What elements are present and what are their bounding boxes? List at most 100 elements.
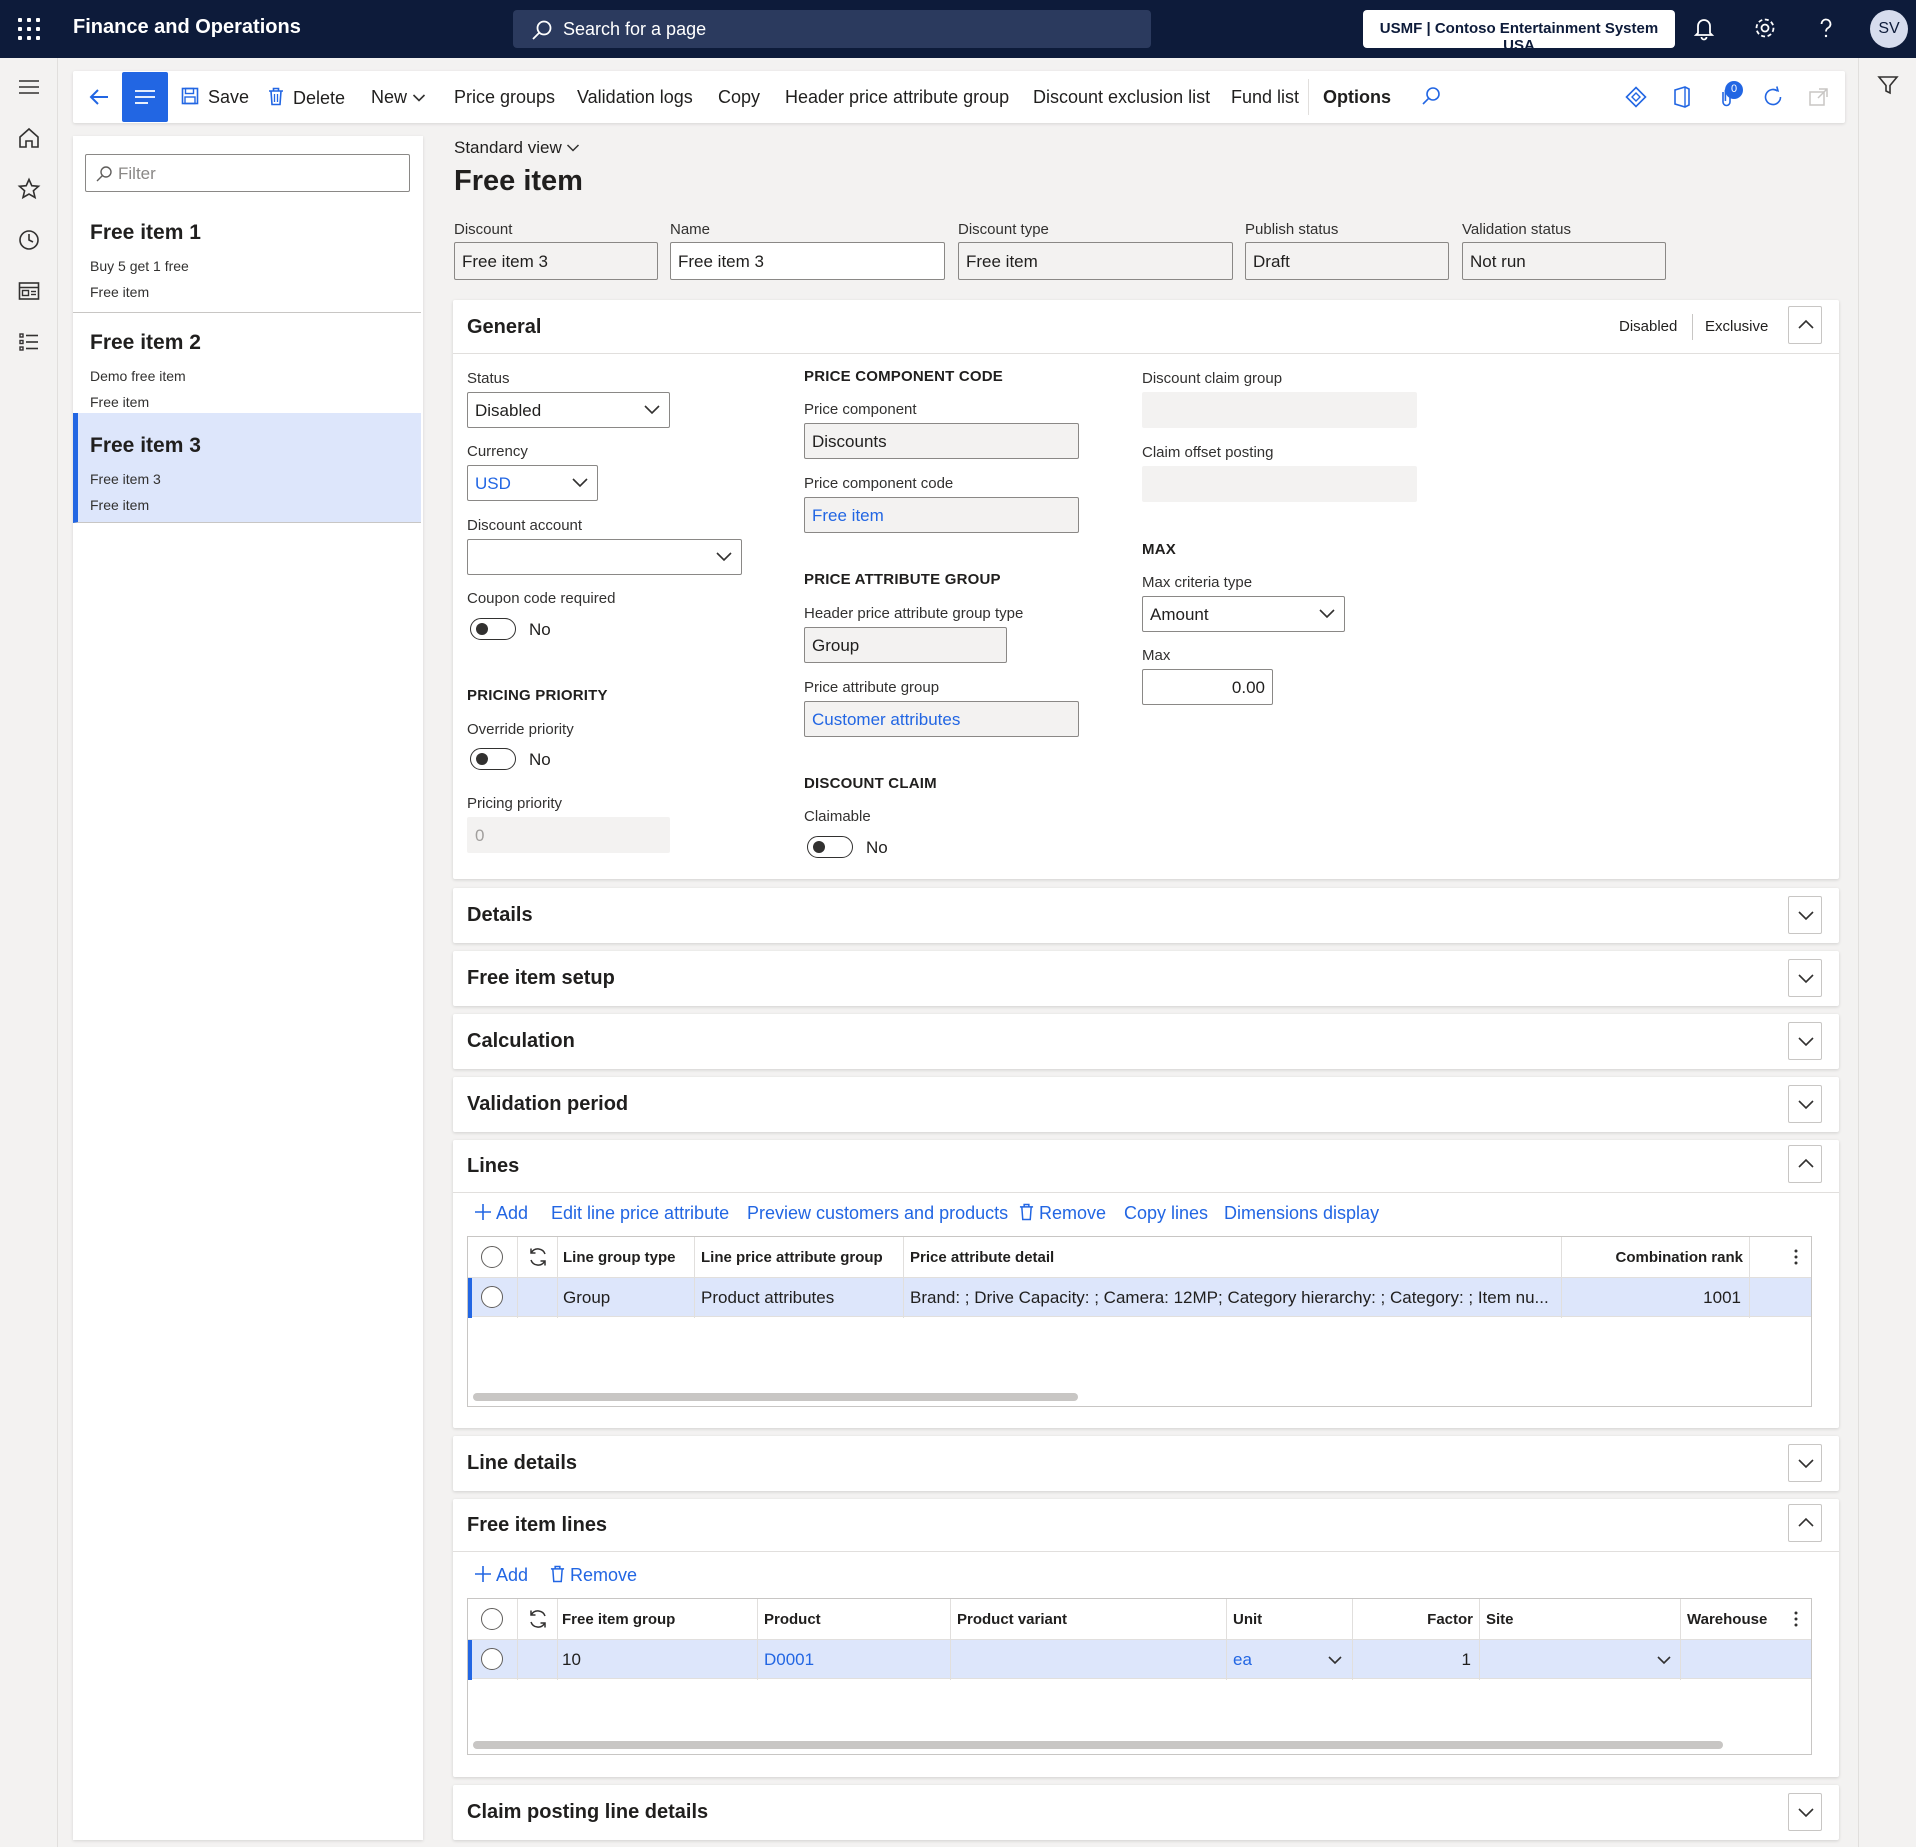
unit-header[interactable]: Unit <box>1227 1599 1353 1639</box>
combination-rank-cell[interactable]: 1001 <box>1562 1278 1750 1318</box>
fund-list-button[interactable]: Fund list <box>1231 87 1299 108</box>
free-item-add-button[interactable]: Add <box>474 1565 528 1586</box>
recent-clock-icon[interactable] <box>17 228 41 252</box>
back-button[interactable] <box>81 79 117 115</box>
bell-icon[interactable] <box>1691 15 1719 43</box>
row-select-radio[interactable] <box>481 1648 503 1670</box>
lines-add-button[interactable]: Add <box>474 1203 528 1224</box>
preview-customers-products-button[interactable]: Preview customers and products <box>747 1203 1008 1224</box>
select-all-column[interactable] <box>468 1237 518 1277</box>
price-attribute-detail-cell[interactable]: Brand: ; Drive Capacity: ; Camera: 12MP;… <box>904 1278 1562 1318</box>
free-item-setup-expand-button[interactable] <box>1788 959 1822 997</box>
product-variant-header[interactable]: Product variant <box>951 1599 1227 1639</box>
price-component-code-field[interactable]: Free item <box>804 497 1079 533</box>
line-group-type-cell[interactable]: Group <box>558 1278 695 1318</box>
factor-cell[interactable]: 1 <box>1353 1640 1480 1680</box>
line-group-type-header[interactable]: Line group type <box>558 1237 695 1277</box>
coupon-required-toggle[interactable] <box>470 618 516 640</box>
open-new-window-icon[interactable] <box>1807 85 1831 109</box>
pricing-priority-field[interactable]: 0 <box>467 817 670 853</box>
discount-type-field[interactable]: Free item <box>958 242 1233 280</box>
line-details-title[interactable]: Line details <box>467 1452 577 1475</box>
avatar[interactable]: SV <box>1870 10 1908 48</box>
app-title[interactable]: Finance and Operations <box>73 16 301 39</box>
calculation-title[interactable]: Calculation <box>467 1030 575 1053</box>
select-all-column[interactable] <box>468 1599 518 1639</box>
free-item-lines-title[interactable]: Free item lines <box>467 1514 607 1537</box>
max-criteria-type-dropdown[interactable]: Amount <box>1142 596 1345 632</box>
copy-lines-button[interactable]: Copy lines <box>1124 1203 1208 1224</box>
claim-offset-posting-field[interactable] <box>1142 466 1417 502</box>
line-price-attribute-group-header[interactable]: Line price attribute group <box>695 1237 904 1277</box>
hamburger-menu-icon[interactable] <box>17 75 41 99</box>
list-filter-input[interactable]: Filter <box>85 154 410 192</box>
horizontal-scrollbar[interactable] <box>473 1741 1723 1749</box>
lines-remove-button[interactable]: Remove <box>1019 1203 1106 1224</box>
select-all-radio[interactable] <box>481 1246 503 1268</box>
site-dropdown-cell[interactable] <box>1480 1640 1681 1680</box>
new-menu-button[interactable]: New <box>371 87 426 108</box>
product-header[interactable]: Product <box>758 1599 951 1639</box>
edit-line-price-attribute-button[interactable]: Edit line price attribute <box>551 1203 729 1224</box>
free-item-lines-collapse-button[interactable] <box>1788 1504 1822 1542</box>
claim-posting-title[interactable]: Claim posting line details <box>467 1801 708 1824</box>
table-row[interactable]: Group Product attributes Brand: ; Drive … <box>468 1277 1811 1318</box>
discount-exclusion-list-button[interactable]: Discount exclusion list <box>1033 87 1210 108</box>
product-variant-cell[interactable] <box>951 1640 1227 1680</box>
override-priority-toggle[interactable] <box>470 748 516 770</box>
company-selector[interactable]: USMF | Contoso Entertainment System USA <box>1363 10 1675 54</box>
general-title[interactable]: General <box>467 316 541 339</box>
row-select-cell[interactable] <box>468 1640 518 1680</box>
refresh-column[interactable] <box>518 1599 558 1639</box>
home-icon[interactable] <box>17 126 41 150</box>
details-title[interactable]: Details <box>467 904 533 927</box>
horizontal-scrollbar[interactable] <box>473 1393 1078 1401</box>
gear-icon[interactable] <box>1752 15 1780 43</box>
list-item[interactable]: Free item 1 Buy 5 get 1 free Free item <box>73 203 421 313</box>
claimable-toggle[interactable] <box>807 836 853 858</box>
dimensions-display-button[interactable]: Dimensions display <box>1224 1203 1379 1224</box>
favorites-star-icon[interactable] <box>17 177 41 201</box>
price-groups-button[interactable]: Price groups <box>454 87 555 108</box>
warehouse-header[interactable]: Warehouse <box>1681 1599 1812 1639</box>
workspaces-icon[interactable] <box>17 279 41 303</box>
discount-claim-group-field[interactable] <box>1142 392 1417 428</box>
validation-period-title[interactable]: Validation period <box>467 1093 628 1116</box>
header-price-attribute-group-button[interactable]: Header price attribute group <box>785 87 1009 108</box>
lines-collapse-button[interactable] <box>1788 1145 1822 1183</box>
refresh-column[interactable] <box>518 1237 558 1277</box>
free-item-group-cell[interactable]: 10 <box>558 1640 758 1680</box>
warehouse-cell[interactable] <box>1681 1640 1811 1680</box>
general-collapse-button[interactable] <box>1788 306 1822 344</box>
row-select-cell[interactable] <box>468 1278 518 1318</box>
unit-dropdown-cell[interactable]: ea <box>1227 1640 1353 1680</box>
action-search-icon[interactable] <box>1419 85 1443 109</box>
name-field[interactable]: Free item 3 <box>670 242 945 280</box>
validation-period-expand-button[interactable] <box>1788 1085 1822 1123</box>
line-details-expand-button[interactable] <box>1788 1444 1822 1482</box>
free-item-setup-title[interactable]: Free item setup <box>467 967 615 990</box>
combination-rank-header[interactable]: Combination rank <box>1562 1237 1750 1277</box>
view-selector[interactable]: Standard view <box>454 138 580 158</box>
options-tab[interactable]: Options <box>1323 87 1391 108</box>
lines-title[interactable]: Lines <box>467 1155 519 1178</box>
details-expand-button[interactable] <box>1788 896 1822 934</box>
free-item-group-header[interactable]: Free item group <box>558 1599 758 1639</box>
office-icon[interactable] <box>1670 85 1694 109</box>
claim-posting-expand-button[interactable] <box>1788 1793 1822 1831</box>
save-button[interactable]: Save <box>181 87 249 108</box>
table-row[interactable]: 10 D0001 ea 1 <box>468 1639 1811 1680</box>
app-launcher-icon[interactable] <box>18 18 40 40</box>
show-list-button[interactable] <box>122 72 168 122</box>
refresh-icon[interactable] <box>1761 85 1785 109</box>
site-header[interactable]: Site <box>1480 1599 1681 1639</box>
discount-account-dropdown[interactable] <box>467 539 742 575</box>
header-group-type-field[interactable]: Group <box>804 627 1007 663</box>
delete-button[interactable]: Delete <box>268 87 345 109</box>
power-apps-icon[interactable] <box>1624 85 1648 109</box>
product-cell[interactable]: D0001 <box>758 1640 951 1680</box>
price-attribute-group-field[interactable]: Customer attributes <box>804 701 1079 737</box>
price-component-field[interactable]: Discounts <box>804 423 1079 459</box>
currency-dropdown[interactable]: USD <box>467 465 598 501</box>
modules-list-icon[interactable] <box>17 330 41 354</box>
